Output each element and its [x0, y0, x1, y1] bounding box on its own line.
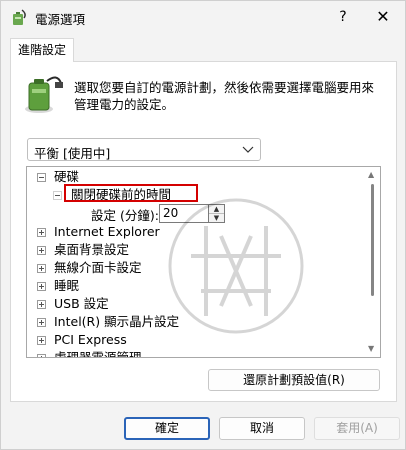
tab-advanced-settings[interactable]: 進階設定 — [10, 38, 74, 62]
expand-icon[interactable] — [37, 300, 46, 309]
setting-minutes-label: 設定 (分鐘): — [91, 208, 159, 223]
minutes-spinner[interactable]: ▲ ▼ — [209, 204, 225, 223]
expand-icon[interactable] — [37, 228, 46, 237]
expand-icon[interactable] — [37, 264, 46, 273]
tree-item-label: Intel(R) 顯示晶片設定 — [54, 314, 180, 329]
power-plan-value: 平衡 [使用中] — [34, 146, 111, 161]
plan-description: 選取您要自訂的電源計劃，然後依需要選擇電腦要用來管理電力的設定。 — [74, 80, 375, 112]
ok-button[interactable]: 確定 — [124, 417, 210, 440]
expand-icon[interactable] — [37, 282, 46, 291]
tree-item-label: Internet Explorer — [54, 224, 160, 239]
highlight-box — [64, 184, 198, 202]
tree-item-label: PCI Express — [54, 332, 127, 347]
help-button[interactable]: ? — [323, 3, 363, 31]
title-bar: 電源選項 ? ✕ — [1, 1, 405, 33]
chevron-down-icon — [242, 146, 254, 153]
restore-defaults-button[interactable]: 還原計劃預設值(R) — [208, 369, 380, 391]
tree-item-label: 桌面背景設定 — [54, 242, 130, 257]
expand-icon[interactable] — [37, 246, 46, 255]
minutes-input[interactable]: 20 — [159, 204, 209, 223]
scroll-up-icon[interactable]: ▲ — [368, 170, 374, 179]
collapse-icon[interactable] — [37, 173, 46, 182]
tree-item-label: 無線介面卡設定 — [54, 260, 142, 275]
collapse-icon[interactable] — [53, 191, 62, 200]
expand-icon[interactable] — [37, 318, 46, 327]
close-button[interactable]: ✕ — [363, 3, 403, 31]
power-plan-select[interactable]: 平衡 [使用中] — [27, 138, 261, 161]
tree-item-label: 處理器電源管理 — [54, 350, 142, 358]
tree-scrollbar[interactable]: ▲ ▼ — [366, 168, 380, 356]
window-title: 電源選項 — [35, 12, 86, 27]
tree-item-label: USB 設定 — [54, 296, 109, 311]
cancel-button[interactable]: 取消 — [219, 417, 305, 440]
apply-button[interactable]: 套用(A) — [314, 417, 400, 440]
expand-icon[interactable] — [37, 354, 46, 357]
expand-icon[interactable] — [37, 336, 46, 345]
scroll-down-icon[interactable]: ▼ — [368, 344, 374, 353]
settings-tree[interactable]: 硬碟 關閉硬碟前的時間 設定 (分鐘): 20 ▲ ▼ Internet Exp… — [26, 166, 381, 358]
power-options-dialog: 電源選項 ? ✕ 進階設定 選取您要自訂的電源計劃，然後依需要選擇電腦要用來管理… — [0, 0, 406, 450]
spin-up-icon[interactable]: ▲ — [209, 205, 224, 214]
scroll-thumb[interactable] — [371, 184, 374, 296]
tree-item-label: 睡眠 — [54, 278, 80, 293]
power-options-icon — [13, 9, 26, 25]
battery-icon — [25, 76, 63, 113]
spin-down-icon[interactable]: ▼ — [209, 214, 224, 223]
